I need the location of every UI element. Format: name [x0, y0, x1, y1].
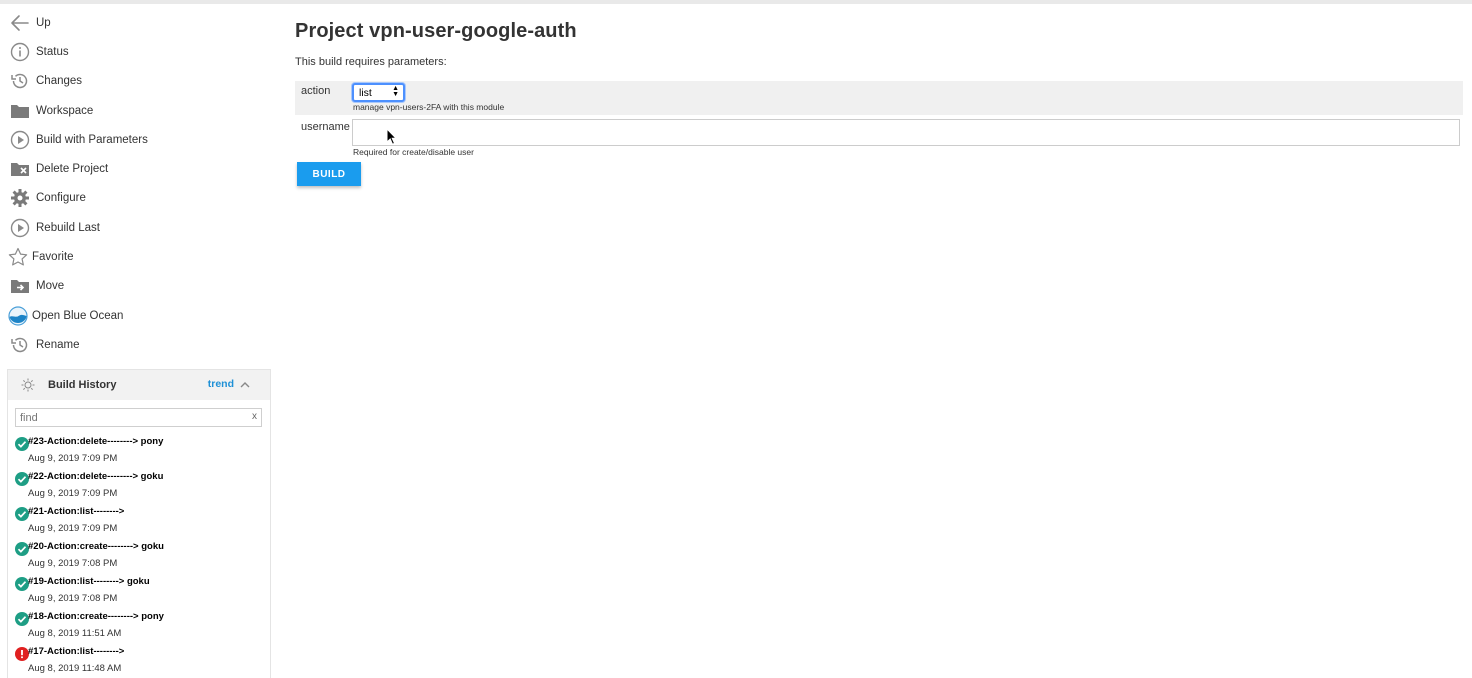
task-label: Build with Parameters: [36, 133, 148, 146]
build-date: Aug 9, 2019 7:08 PM: [28, 558, 118, 569]
build-row: #17-Action:list--------> Aug 8, 2019 11:…: [14, 644, 269, 678]
task-label: Up: [36, 16, 51, 29]
build-button[interactable]: BUILD: [297, 162, 361, 186]
build-row: #23-Action:delete--------> pony Aug 9, 2…: [14, 434, 269, 469]
task-status[interactable]: Status: [0, 37, 280, 66]
build-history-panel: Build History trend x #23-Action:delete-…: [7, 369, 271, 678]
folder-move-icon: [9, 275, 31, 297]
gear-icon: [9, 187, 31, 209]
task-build-with-parameters[interactable]: Build with Parameters: [0, 125, 280, 154]
build-date: Aug 9, 2019 7:09 PM: [28, 488, 118, 499]
requires-parameters-text: This build requires parameters:: [295, 56, 447, 68]
select-arrows-icon: ▲ ▼: [392, 85, 399, 98]
build-row: #18-Action:create--------> pony Aug 8, 2…: [14, 609, 269, 644]
build-history-title: Build History: [48, 379, 117, 391]
task-label: Status: [36, 45, 69, 58]
build-row: #19-Action:list--------> goku Aug 9, 201…: [14, 574, 269, 609]
task-label: Configure: [36, 192, 86, 205]
failure-exclamation-icon: [15, 647, 29, 661]
sun-icon: [20, 377, 36, 393]
arrow-left-icon: [9, 12, 31, 34]
info-icon: [9, 41, 31, 63]
history-icon: [9, 70, 31, 92]
username-input[interactable]: [352, 119, 1460, 146]
task-configure[interactable]: Configure: [0, 184, 280, 213]
build-link[interactable]: #23-Action:delete--------> pony: [28, 436, 163, 447]
build-link[interactable]: #20-Action:create--------> goku: [28, 541, 164, 552]
build-link[interactable]: #19-Action:list--------> goku: [28, 576, 150, 587]
blue-ocean-icon: [7, 305, 29, 327]
build-link[interactable]: #18-Action:create--------> pony: [28, 611, 164, 622]
param-description-username: Required for create/disable user: [353, 147, 474, 157]
trend-link[interactable]: trend: [208, 378, 234, 390]
task-rename[interactable]: Rename: [0, 330, 280, 359]
task-move[interactable]: Move: [0, 272, 280, 301]
task-label: Delete Project: [36, 163, 109, 176]
task-favorite[interactable]: Favorite: [0, 242, 280, 271]
folder-icon: [9, 100, 31, 122]
task-label: Changes: [36, 75, 83, 88]
build-link[interactable]: #22-Action:delete--------> goku: [28, 471, 163, 482]
param-label-action: action: [301, 85, 331, 97]
clear-search-button[interactable]: x: [252, 411, 257, 422]
mouse-cursor-icon: [386, 127, 398, 149]
page-title: Project vpn-user-google-auth: [295, 20, 577, 42]
star-icon: [7, 246, 29, 268]
build-row: #20-Action:create--------> goku Aug 9, 2…: [14, 539, 269, 574]
build-link[interactable]: #17-Action:list-------->: [28, 646, 124, 657]
success-check-icon: [15, 437, 29, 451]
build-row: #21-Action:list--------> Aug 9, 2019 7:0…: [14, 504, 269, 539]
success-check-icon: [15, 472, 29, 486]
task-label: Rename: [36, 338, 80, 351]
build-date: Aug 9, 2019 7:09 PM: [28, 453, 118, 464]
build-date: Aug 9, 2019 7:09 PM: [28, 523, 118, 534]
task-up[interactable]: Up: [0, 8, 280, 37]
success-check-icon: [15, 507, 29, 521]
side-panel-tasks: Up Status Changes Workspace Build with P…: [0, 8, 280, 360]
param-row-action: action list ▲ ▼ manage vpn-users-2FA with…: [295, 81, 1463, 115]
build-date: Aug 8, 2019 11:48 AM: [28, 663, 122, 674]
task-label: Workspace: [36, 104, 94, 117]
build-date: Aug 9, 2019 7:08 PM: [28, 593, 118, 604]
success-check-icon: [15, 542, 29, 556]
task-delete-project[interactable]: Delete Project: [0, 154, 280, 183]
success-check-icon: [15, 577, 29, 591]
build-link[interactable]: #21-Action:list-------->: [28, 506, 124, 517]
param-row-username: username Required for create/disable use…: [295, 117, 1463, 157]
param-label-username: username: [301, 121, 350, 133]
task-label: Move: [36, 280, 65, 293]
history-icon: [9, 334, 31, 356]
folder-delete-icon: [9, 158, 31, 180]
play-icon: [9, 217, 31, 239]
build-search-box: x: [15, 408, 262, 427]
build-row: #22-Action:delete--------> goku Aug 9, 2…: [14, 469, 269, 504]
build-list: #23-Action:delete--------> pony Aug 9, 2…: [14, 434, 269, 678]
param-description-action: manage vpn-users-2FA with this module: [353, 102, 505, 112]
action-select[interactable]: list ▲ ▼: [352, 83, 405, 102]
chevron-up-icon[interactable]: [238, 378, 252, 392]
play-icon: [9, 129, 31, 151]
task-label: Rebuild Last: [36, 221, 100, 234]
task-changes[interactable]: Changes: [0, 67, 280, 96]
task-label: Open Blue Ocean: [32, 309, 124, 322]
main-panel: Project vpn-user-google-auth This build …: [295, 20, 1465, 186]
action-select-value: list: [359, 87, 372, 99]
success-check-icon: [15, 612, 29, 626]
task-open-blue-ocean[interactable]: Open Blue Ocean: [0, 301, 280, 330]
build-date: Aug 8, 2019 11:51 AM: [28, 628, 122, 639]
top-border: [0, 0, 1472, 4]
task-label: Favorite: [32, 251, 74, 264]
build-history-header: Build History trend: [8, 370, 270, 400]
build-search-input[interactable]: [16, 409, 246, 426]
task-rebuild-last[interactable]: Rebuild Last: [0, 213, 280, 242]
task-workspace[interactable]: Workspace: [0, 96, 280, 125]
